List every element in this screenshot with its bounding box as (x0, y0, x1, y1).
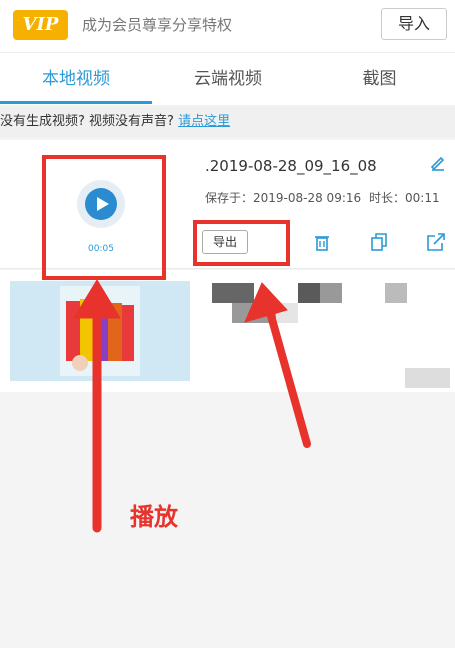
annotation-arrows (73, 279, 311, 533)
arrow-to-export (264, 301, 311, 448)
annotation-label: 播放 (130, 503, 178, 531)
arrow-head (244, 282, 288, 323)
arrow-head (73, 279, 121, 319)
